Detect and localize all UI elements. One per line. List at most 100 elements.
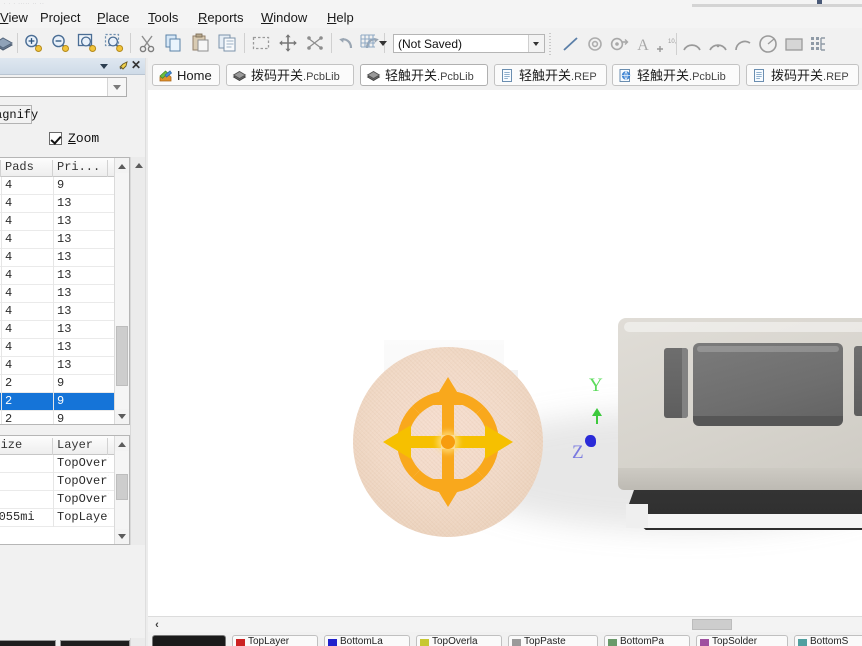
scrollbar-thumb[interactable]	[116, 326, 128, 386]
layer-tab-bottomsolder[interactable]: BottomS	[794, 635, 862, 646]
table-row[interactable]: 4 13	[0, 339, 129, 357]
table-row[interactable]: 4 13	[0, 357, 129, 375]
pcb-3d-view[interactable]: Y Z	[148, 90, 862, 616]
preview-pane-left[interactable]	[0, 640, 56, 646]
full-circle-icon[interactable]	[757, 33, 779, 55]
table-row[interactable]: 4 13	[0, 213, 129, 231]
paste-special-icon[interactable]	[217, 32, 239, 54]
magnify-button[interactable]: agnify	[0, 105, 38, 124]
table-row[interactable]: 4 13	[0, 231, 129, 249]
zoom-out-icon[interactable]	[49, 32, 71, 54]
tab-bomakaiguan-rep[interactable]: 拨码开关.REP	[746, 64, 859, 86]
layer-tab-topoverlay[interactable]: TopOverla	[416, 635, 502, 646]
scroll-up-icon[interactable]	[131, 157, 145, 172]
table-row[interactable]: 4 13	[0, 321, 129, 339]
scroll-down-icon[interactable]	[115, 529, 129, 544]
menu-item-project[interactable]: Project	[38, 10, 82, 26]
horizontal-scrollbar[interactable]: ‹	[148, 616, 862, 633]
polygon-pour-icon[interactable]	[807, 33, 829, 55]
preview-scrollbar[interactable]	[130, 638, 145, 646]
zoom-in-icon[interactable]	[22, 32, 44, 54]
zoom-selected-icon[interactable]	[103, 32, 125, 54]
cut-icon[interactable]	[136, 32, 158, 54]
table-row[interactable]: 4 13	[0, 285, 129, 303]
column-header-ysize[interactable]: Y-Size	[0, 438, 53, 455]
scroll-up-icon[interactable]	[115, 436, 129, 451]
layer-tab-bottomlayer[interactable]: BottomLa	[324, 635, 410, 646]
tab-qingchukaiguan-rep[interactable]: 轻触开关.REP	[494, 64, 607, 86]
table-row[interactable]: 29	[0, 375, 129, 393]
chevron-down-icon[interactable]	[107, 78, 126, 96]
scroll-left-icon[interactable]: ‹	[150, 618, 164, 632]
layer-tab-toppaste[interactable]: TopPaste	[508, 635, 598, 646]
tab-qingchukaiguan-html[interactable]: 轻触开关.PcbLib	[612, 64, 740, 86]
undo-icon[interactable]	[336, 32, 358, 54]
table-row[interactable]: 29	[0, 411, 129, 424]
table-row[interactable]: TopOverla	[0, 455, 129, 473]
move-icon[interactable]	[277, 32, 299, 54]
column-header-layer[interactable]: Layer	[53, 438, 108, 455]
menu-item-help[interactable]: Help	[325, 10, 356, 26]
menu-item-view[interactable]: View	[0, 10, 30, 26]
menu-item-window[interactable]: Window	[259, 10, 309, 26]
table-row[interactable]: 4 13	[0, 195, 129, 213]
smart-paste-icon[interactable]	[304, 32, 326, 54]
column-header-priority[interactable]: Pri...	[53, 160, 108, 177]
components-table[interactable]: Pads Pri... 4 9 4 13 4 13 4 13 4 13 4 13 4 13 4 13 4 13 4 1…	[0, 157, 130, 425]
menu-item-place[interactable]: Place	[95, 10, 132, 26]
close-icon[interactable]: ✕	[131, 59, 141, 72]
line-icon[interactable]	[560, 33, 582, 55]
checkbox-box[interactable]	[49, 132, 62, 145]
chevron-down-icon[interactable]	[528, 35, 544, 52]
scrollbar-thumb[interactable]	[116, 474, 128, 500]
scrollbar-thumb[interactable]	[692, 619, 732, 630]
primitives-scrollbar[interactable]	[114, 436, 129, 544]
primitives-table[interactable]: Y-Size Layer TopOverla TopOverla TopOverla…	[0, 435, 130, 545]
coordinate-icon[interactable]: 10,10	[654, 33, 684, 55]
table-row[interactable]: 29	[0, 393, 129, 411]
column-header-pads[interactable]: Pads	[1, 160, 53, 177]
table-row[interactable]: 4 13	[0, 303, 129, 321]
text-icon[interactable]: A	[632, 33, 654, 55]
arc-edge-icon[interactable]	[707, 33, 729, 55]
tab-bomakaiguan-pcblib[interactable]: 拨码开关.PcbLib	[226, 64, 354, 86]
fill-icon[interactable]	[783, 33, 805, 55]
panel-outer-scrollbar[interactable]	[130, 157, 145, 545]
pad-icon[interactable]	[584, 33, 606, 55]
toolbar-separator	[130, 33, 131, 53]
arc-any-angle-icon[interactable]	[733, 33, 755, 55]
tab-qingchukaiguan-pcblib[interactable]: 轻触开关.PcbLib	[360, 64, 488, 86]
pin-icon[interactable]	[118, 60, 129, 71]
table-row[interactable]: 59.055mi TopLayer	[0, 509, 129, 527]
board-icon[interactable]	[0, 32, 14, 54]
layer-tab-topsolder[interactable]: TopSolder	[696, 635, 788, 646]
paste-icon[interactable]	[190, 32, 212, 54]
preview-pane-right[interactable]	[60, 640, 130, 646]
via-icon[interactable]	[608, 33, 630, 55]
copy-icon[interactable]	[163, 32, 185, 54]
layer-tab-0[interactable]	[152, 635, 226, 646]
layer-tab-bottompaste[interactable]: BottomPa	[604, 635, 690, 646]
scroll-up-icon[interactable]	[131, 640, 145, 646]
table-row[interactable]: 49	[0, 177, 129, 195]
grid-icon[interactable]	[358, 32, 378, 52]
components-scrollbar[interactable]	[114, 158, 129, 424]
table-row[interactable]: 4 13	[0, 249, 129, 267]
tab-home[interactable]: Home	[152, 64, 220, 86]
chevron-down-icon[interactable]	[98, 59, 111, 72]
scroll-down-icon[interactable]	[115, 409, 129, 424]
zoom-area-icon[interactable]	[76, 32, 98, 54]
table-row[interactable]: 4 13	[0, 267, 129, 285]
menu-item-tools[interactable]: Tools	[146, 10, 180, 26]
arc-center-icon[interactable]	[681, 33, 703, 55]
saved-state-combo[interactable]: (Not Saved)	[393, 34, 545, 53]
table-row[interactable]: TopOverla	[0, 491, 129, 509]
select-rect-icon[interactable]	[250, 32, 272, 54]
grid-dropdown-icon[interactable]	[378, 39, 388, 47]
menu-item-reports[interactable]: Reports	[196, 10, 246, 26]
scroll-up-icon[interactable]	[115, 158, 129, 173]
layer-tab-toplayer[interactable]: TopLayer	[232, 635, 318, 646]
table-row[interactable]: TopOverla	[0, 473, 129, 491]
component-filter-combo[interactable]	[0, 77, 127, 97]
zoom-checkbox[interactable]: Zoom	[49, 131, 129, 148]
